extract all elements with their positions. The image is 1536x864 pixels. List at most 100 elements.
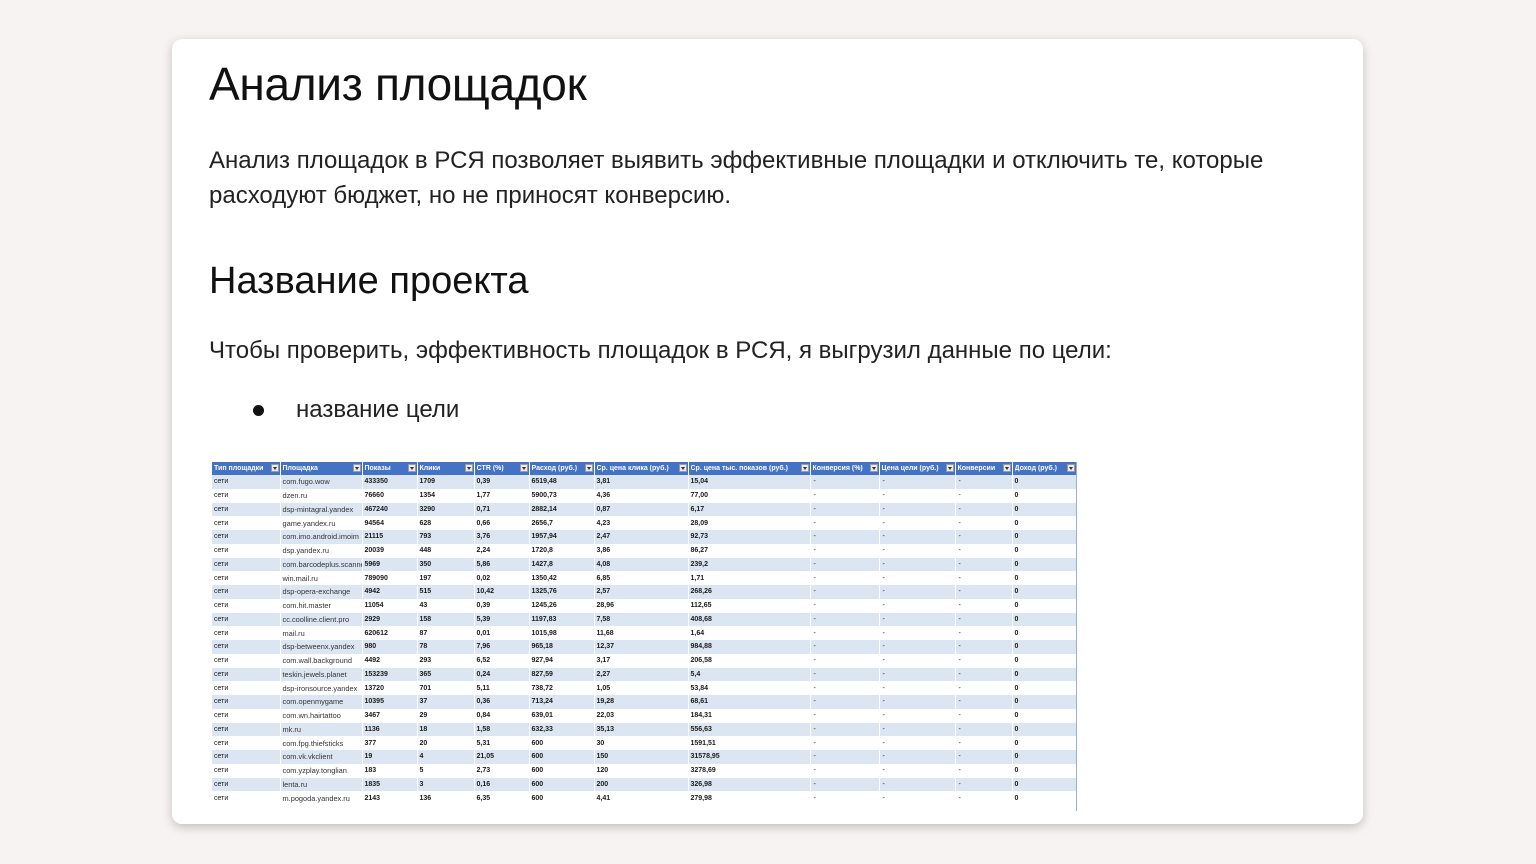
table-cell: - [810, 763, 880, 778]
table-row: сети com.vk.vkclient 19 4 21,05 600 150 31578,9… [212, 750, 1076, 764]
table-cell: 0 [1012, 777, 1076, 792]
project-title: Название проекта [209, 260, 529, 302]
table-cell: - [879, 530, 956, 544]
table-cell: 628 [417, 516, 475, 530]
table-cell: 6,52 [474, 653, 530, 668]
table-cell: 965,18 [529, 640, 595, 654]
table-cell: 279,98 [688, 791, 811, 805]
table-cell: 5,4 [688, 667, 811, 682]
table-cell: - [955, 543, 1013, 558]
table-cell: сети [212, 585, 281, 599]
table-cell: 827,59 [529, 667, 595, 682]
table-row: сети com.imo.android.imoim 21115 793 3,76 195… [212, 530, 1076, 544]
table-cell: - [810, 681, 880, 695]
table-cell: 86,27 [688, 543, 811, 558]
table-cell: 0 [1012, 502, 1076, 517]
filter-dropdown-icon [1002, 464, 1011, 472]
table-cell: 433350 [362, 475, 418, 489]
column-header: Конверсии [955, 462, 1013, 475]
table-cell: 0 [1012, 626, 1076, 640]
table-cell: - [955, 681, 1013, 695]
table-cell: сети [212, 571, 281, 585]
table-row: сети com.wall.background 4492 293 6,52 927,94… [212, 653, 1076, 668]
table-cell: 76660 [362, 488, 418, 503]
table-cell: 0 [1012, 543, 1076, 558]
table-row: сети dsp-betweenx.yandex 980 78 7,96 965,18 12… [212, 640, 1076, 654]
table-cell: - [955, 502, 1013, 517]
column-header: Ср. цена тыс. показов (руб.) [688, 462, 811, 475]
table-cell: 2929 [362, 612, 418, 627]
column-header-label: Ср. цена клика (руб.) [596, 464, 669, 472]
table-cell: - [810, 708, 880, 723]
table-cell: 5,86 [474, 557, 530, 572]
table-cell: - [879, 791, 956, 805]
table-cell: - [879, 653, 956, 668]
table-cell: - [810, 488, 880, 503]
table-cell: win.mail.ru [280, 571, 363, 585]
column-header: Доход (руб.) [1012, 462, 1076, 475]
table-cell: 0 [1012, 571, 1076, 585]
table-cell: - [879, 502, 956, 517]
table-cell: 448 [417, 543, 475, 558]
table-cell: 2656,7 [529, 516, 595, 530]
filter-dropdown-icon [519, 464, 528, 472]
table-cell: 22,03 [594, 708, 689, 723]
table-cell: - [810, 736, 880, 750]
table-row: сети com.openmygame 10395 37 0,36 713,24 19,28… [212, 695, 1076, 709]
table-cell: dsp-betweenx.yandex [280, 640, 363, 654]
table-cell: 0,84 [474, 708, 530, 723]
table-cell: - [879, 475, 956, 489]
filter-dropdown-icon [678, 464, 687, 472]
table-cell: game.yandex.ru [280, 516, 363, 530]
table-cell: 35,13 [594, 722, 689, 737]
table-cell: - [955, 777, 1013, 792]
table-cell: 4,41 [594, 791, 689, 805]
table-cell: 1835 [362, 777, 418, 792]
table-cell: 6519,48 [529, 475, 595, 489]
table-cell: сети [212, 626, 281, 640]
table-cell: 5969 [362, 557, 418, 572]
table-cell: 0 [1012, 557, 1076, 572]
filter-dropdown-icon [407, 464, 416, 472]
column-header: Конверсия (%) [810, 462, 880, 475]
table-cell: 2,57 [594, 585, 689, 599]
table-cell: - [955, 598, 1013, 613]
table-cell: 158 [417, 612, 475, 627]
bullet-text: название цели [296, 396, 460, 423]
table-cell: com.imo.android.imoim [280, 530, 363, 544]
table-cell: 639,01 [529, 708, 595, 723]
column-header: Цена цели (руб.) [879, 462, 956, 475]
table-cell: 377 [362, 736, 418, 750]
table-cell: 1,64 [688, 626, 811, 640]
table-cell: 3 [417, 777, 475, 792]
table-row: сети com.hit.master 11054 43 0,39 1245,26 28,9… [212, 598, 1076, 613]
column-header: CTR (%) [474, 462, 530, 475]
table-cell: 0 [1012, 722, 1076, 737]
table-row: сети com.wn.hairtattoo 3467 29 0,84 639,01 22,… [212, 708, 1076, 723]
column-header-label: Тип площадки [214, 464, 264, 472]
table-cell: 0 [1012, 598, 1076, 613]
table-cell: 239,2 [688, 557, 811, 572]
table-cell: 31578,95 [688, 750, 811, 764]
table-cell: 701 [417, 681, 475, 695]
table-cell: 600 [529, 763, 595, 778]
table-cell: dsp-ironsource.yandex [280, 681, 363, 695]
table-row: сети dsp-mintagral.yandex 467240 3290 0,71 28… [212, 502, 1076, 517]
table-cell: 0,36 [474, 695, 530, 709]
column-header: Площадка [280, 462, 363, 475]
table-cell: com.yzplay.tonglian [280, 763, 363, 778]
table-cell: - [879, 695, 956, 709]
column-header: Клики [417, 462, 475, 475]
table-cell: 150 [594, 750, 689, 764]
table-cell: сети [212, 667, 281, 682]
table-cell: сети [212, 475, 281, 489]
table-cell: - [879, 488, 956, 503]
table-cell: - [810, 695, 880, 709]
table-cell: сети [212, 640, 281, 654]
table-cell: 28,09 [688, 516, 811, 530]
table-cell: 0 [1012, 736, 1076, 750]
table-cell: - [810, 475, 880, 489]
column-header: Ср. цена клика (руб.) [594, 462, 689, 475]
table-cell: 6,85 [594, 571, 689, 585]
bullet-list: название цели [253, 394, 459, 426]
